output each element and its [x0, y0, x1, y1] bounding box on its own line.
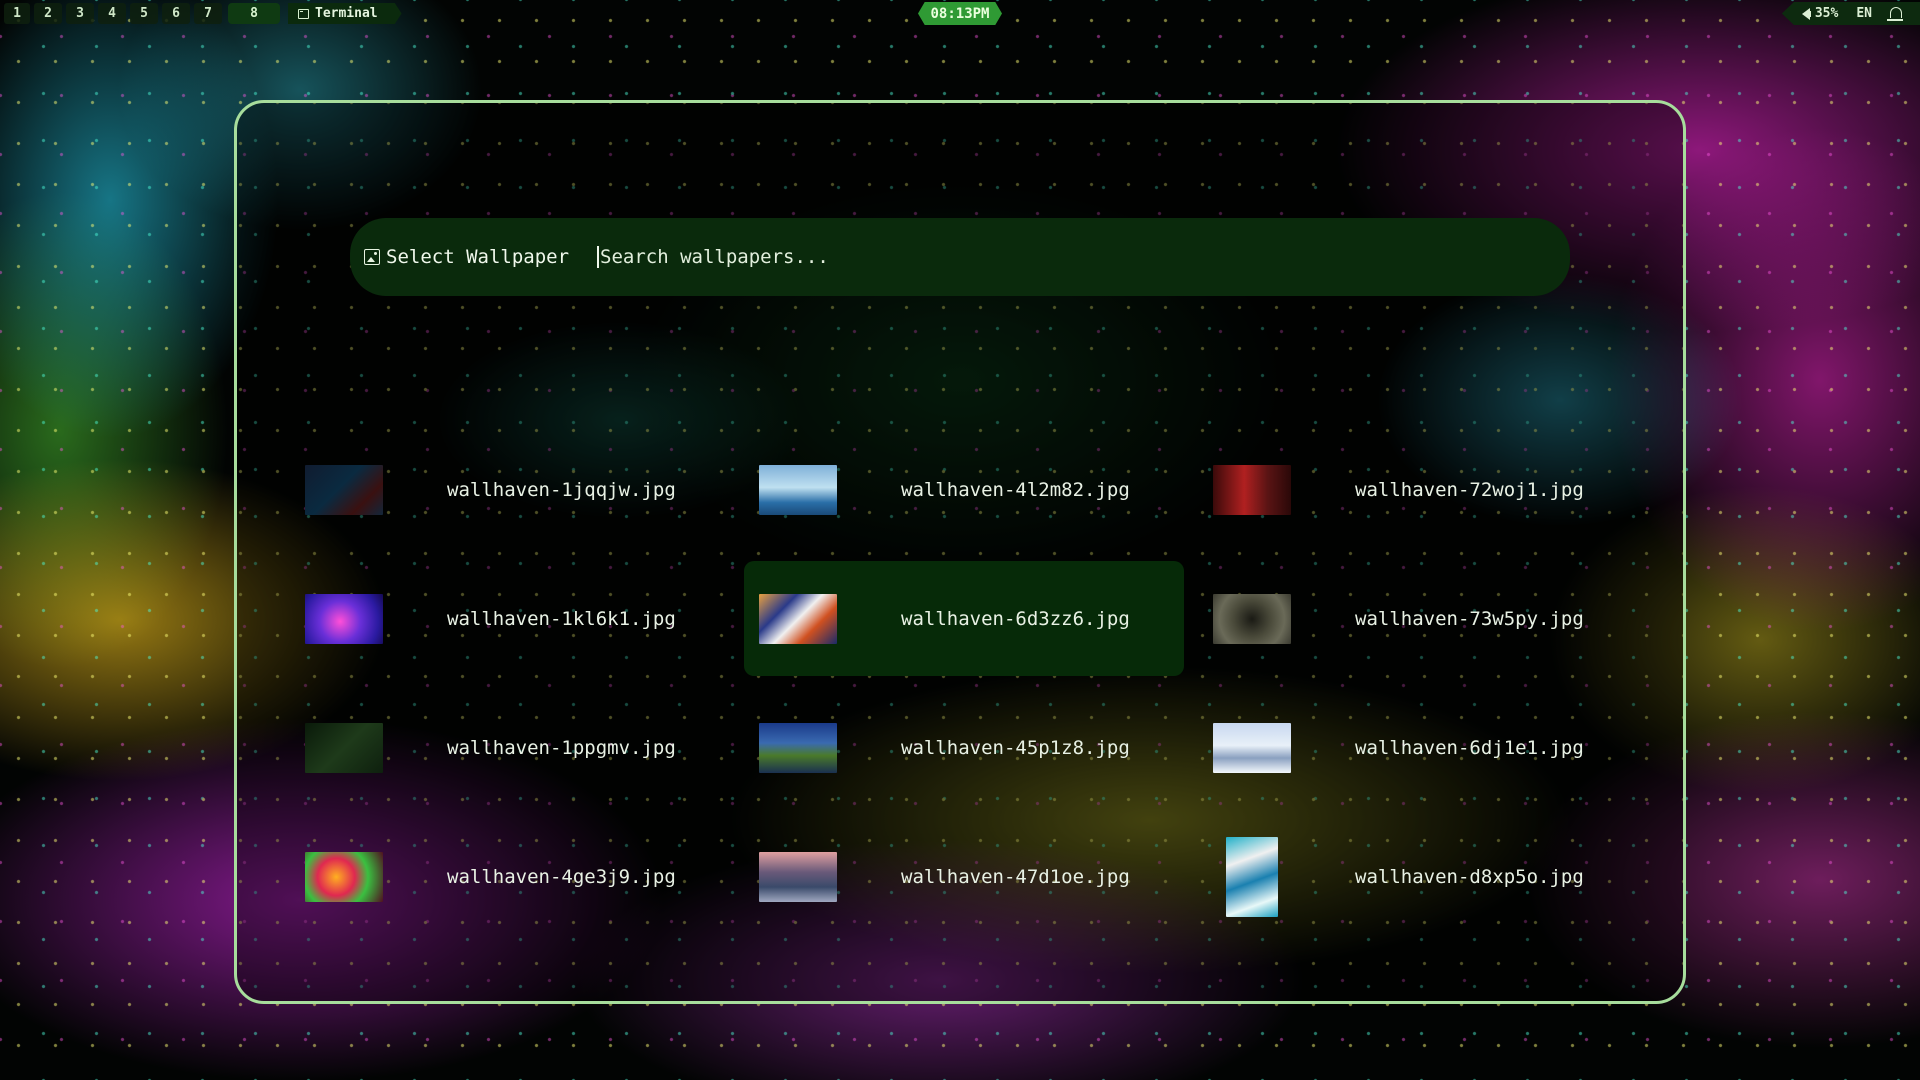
search-input[interactable]: [597, 246, 1461, 268]
wallpaper-filename: wallhaven-4ge3j9.jpg: [447, 865, 676, 888]
wallpaper-filename: wallhaven-72woj1.jpg: [1355, 478, 1584, 501]
volume-indicator[interactable]: 35%: [1801, 6, 1839, 21]
wallpaper-filename: wallhaven-1jqqjw.jpg: [447, 478, 676, 501]
wallpaper-item[interactable]: wallhaven-d8xp5o.jpg: [1198, 819, 1652, 934]
wallpaper-thumbnail: [759, 593, 837, 644]
wallpaper-thumbnail: [759, 464, 837, 515]
workspace-switcher: 1 2 3 4 5 6 7 8: [0, 0, 280, 27]
wallpaper-thumbnail: [1213, 464, 1291, 515]
workspace-6[interactable]: 6: [162, 3, 190, 24]
wallpaper-thumbnail: [305, 593, 383, 644]
wallpaper-filename: wallhaven-1kl6k1.jpg: [447, 607, 676, 630]
volume-level: 35%: [1814, 6, 1839, 21]
speaker-icon: [1801, 7, 1811, 20]
wallpaper-filename: wallhaven-45p1z8.jpg: [901, 736, 1130, 759]
workspace-8-active[interactable]: 8: [228, 3, 280, 24]
wallpaper-item[interactable]: wallhaven-6dj1e1.jpg: [1198, 690, 1652, 805]
workspace-5[interactable]: 5: [130, 3, 158, 24]
wallpaper-thumbnail: [305, 851, 383, 902]
wallpaper-filename: wallhaven-d8xp5o.jpg: [1355, 865, 1584, 888]
clock[interactable]: 08:13PM: [918, 2, 1002, 25]
wallpaper-thumbnail: [759, 722, 837, 773]
wallpaper-item-selected[interactable]: wallhaven-6d3zz6.jpg: [744, 561, 1184, 676]
wallpaper-item[interactable]: wallhaven-1kl6k1.jpg: [290, 561, 744, 676]
system-tray: 35% EN: [1781, 2, 1920, 25]
wallpaper-item[interactable]: wallhaven-1ppgmv.jpg: [290, 690, 744, 805]
wallpaper-item[interactable]: wallhaven-4ge3j9.jpg: [290, 819, 744, 934]
wallpaper-thumbnail: [1213, 722, 1291, 773]
active-window-title[interactable]: Terminal: [288, 3, 402, 24]
top-bar: 1 2 3 4 5 6 7 8 Terminal 08:13PM 35% EN: [0, 0, 1920, 27]
wallpaper-grid: wallhaven-1jqqjw.jpg wallhaven-4l2m82.jp…: [290, 432, 1652, 948]
workspace-2[interactable]: 2: [34, 3, 62, 24]
wallpaper-item[interactable]: wallhaven-4l2m82.jpg: [744, 432, 1198, 547]
wallpaper-filename: wallhaven-47d1oe.jpg: [901, 865, 1130, 888]
notification-bell-icon[interactable]: [1887, 7, 1903, 21]
wallpaper-item[interactable]: wallhaven-72woj1.jpg: [1198, 432, 1652, 547]
wallpaper-thumbnail: [305, 722, 383, 773]
wallpaper-item[interactable]: wallhaven-73w5py.jpg: [1198, 561, 1652, 676]
wallpaper-thumbnail: [759, 851, 837, 902]
workspace-1[interactable]: 1: [4, 3, 30, 24]
window-title-label: Terminal: [315, 6, 378, 21]
workspace-3[interactable]: 3: [66, 3, 94, 24]
terminal-icon: [298, 8, 309, 19]
wallpaper-item[interactable]: wallhaven-47d1oe.jpg: [744, 819, 1198, 934]
workspace-7[interactable]: 7: [194, 3, 222, 24]
wallpaper-filename: wallhaven-73w5py.jpg: [1355, 607, 1584, 630]
wallpaper-filename: wallhaven-4l2m82.jpg: [901, 478, 1130, 501]
wallpaper-filename: wallhaven-6d3zz6.jpg: [901, 607, 1130, 630]
image-icon: [364, 249, 380, 265]
wallpaper-item[interactable]: wallhaven-1jqqjw.jpg: [290, 432, 744, 547]
wallpaper-item[interactable]: wallhaven-45p1z8.jpg: [744, 690, 1198, 805]
keyboard-language[interactable]: EN: [1856, 6, 1872, 21]
wallpaper-filename: wallhaven-6dj1e1.jpg: [1355, 736, 1584, 759]
search-bar: Select Wallpaper: [350, 218, 1570, 296]
wallpaper-thumbnail: [1213, 593, 1291, 644]
wallpaper-thumbnail: [305, 464, 383, 515]
prompt-label: Select Wallpaper: [386, 246, 570, 268]
wallpaper-filename: wallhaven-1ppgmv.jpg: [447, 736, 676, 759]
workspace-4[interactable]: 4: [98, 3, 126, 24]
wallpaper-thumbnail: [1226, 836, 1278, 917]
